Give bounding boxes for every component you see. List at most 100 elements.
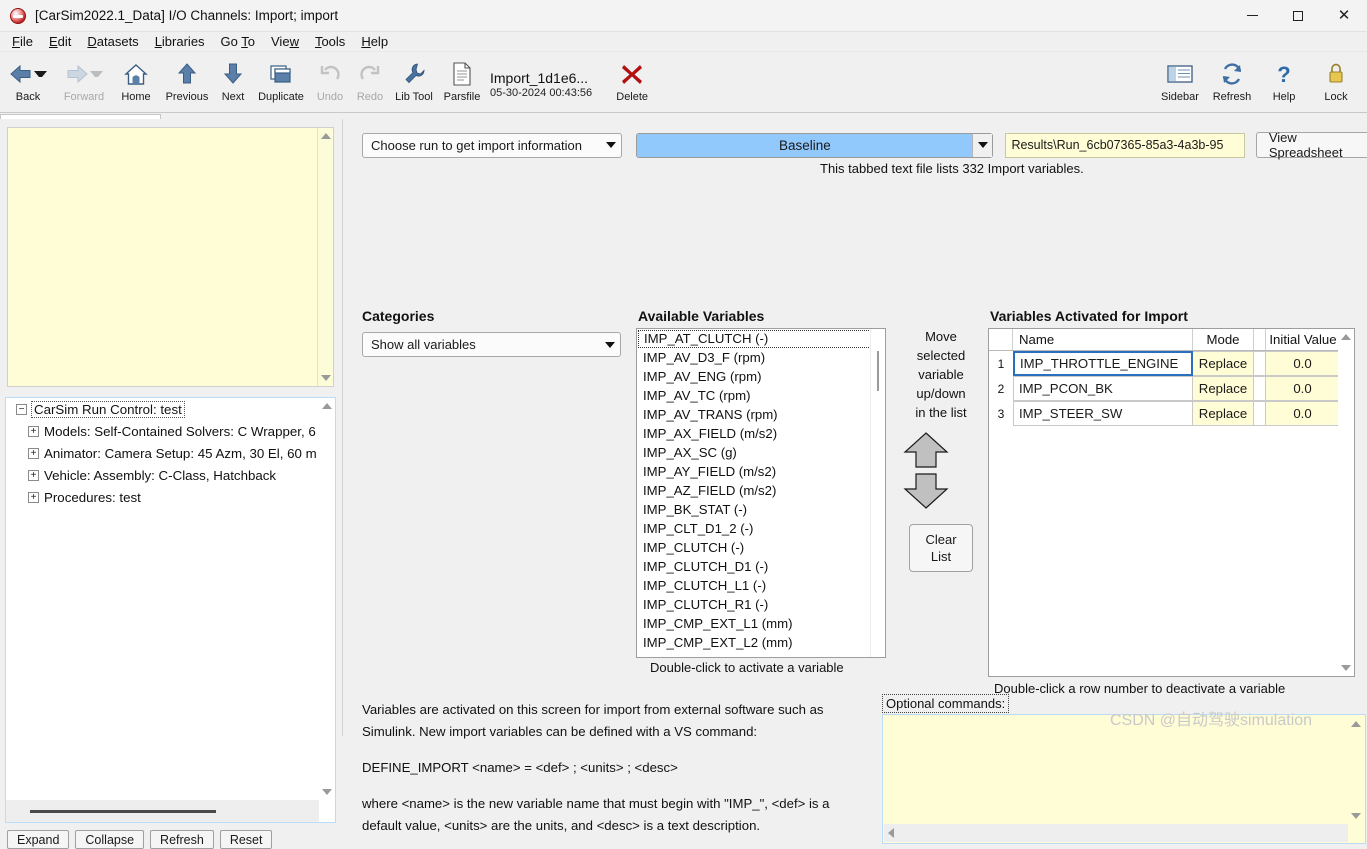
chevron-down-icon[interactable] (90, 71, 103, 77)
tree-node-animator[interactable]: + Animator: Camera Setup: 45 Azm, 30 El,… (6, 442, 319, 464)
list-item[interactable]: IMP_AT_CLUTCH (-) (638, 330, 883, 348)
close-button[interactable]: ✕ (1321, 0, 1367, 32)
list-item[interactable]: IMP_AY_FIELD (m/s2) (637, 462, 885, 481)
move-up-arrow-icon[interactable] (902, 431, 980, 469)
list-item[interactable]: IMP_CLUTCH_D1 (-) (637, 557, 885, 576)
lock-button[interactable]: Lock (1310, 55, 1362, 110)
list-item[interactable]: IMP_AV_ENG (rpm) (637, 367, 885, 386)
expand-icon[interactable]: + (28, 469, 39, 481)
scroll-up-icon[interactable] (1348, 716, 1364, 732)
optional-commands-field[interactable] (882, 714, 1366, 844)
clear-list-button[interactable]: Clear List (909, 524, 973, 572)
help-button[interactable]: ? Help (1258, 55, 1310, 110)
previous-button[interactable]: Previous (160, 55, 214, 110)
mode-cell[interactable]: Replace (1193, 376, 1254, 401)
list-item[interactable]: IMP_CLUTCH_R1 (-) (637, 595, 885, 614)
optional-commands-hscrollbar[interactable] (884, 824, 1348, 842)
chevron-down-icon[interactable] (600, 341, 620, 348)
row-number[interactable]: 3 (989, 401, 1013, 426)
delete-button[interactable]: Delete (610, 55, 654, 110)
lib-tool-button[interactable]: Lib Tool (390, 55, 438, 110)
tree-horizontal-scrollbar[interactable] (6, 800, 319, 822)
list-item[interactable]: IMP_BK_STAT (-) (637, 500, 885, 519)
baseline-dropdown[interactable]: Baseline (636, 132, 994, 158)
redo-button[interactable]: Redo (350, 55, 390, 110)
mode-cell[interactable]: Replace (1193, 351, 1254, 376)
choose-run-dropdown[interactable]: Choose run to get import information (362, 132, 623, 158)
parsfile-button[interactable]: Parsfile (438, 55, 486, 110)
available-scrollbar[interactable] (870, 329, 885, 657)
expand-icon[interactable]: + (28, 491, 39, 503)
chevron-down-icon[interactable] (601, 142, 621, 148)
notes-field[interactable] (7, 127, 334, 387)
list-item[interactable]: IMP_CMP_EXT_L1 (mm) (637, 614, 885, 633)
categories-dropdown[interactable]: Show all variables (362, 332, 621, 357)
reset-button[interactable]: Reset (219, 830, 273, 849)
initial-value-cell[interactable]: 0.0 (1266, 401, 1340, 426)
sidebar-button[interactable]: Sidebar (1154, 55, 1206, 110)
tree-node-root[interactable]: − CarSim Run Control: test (6, 398, 319, 420)
variable-name-cell[interactable]: IMP_THROTTLE_ENGINE (1013, 351, 1193, 376)
next-button[interactable]: Next (214, 55, 252, 110)
menu-edit[interactable]: Edit (41, 33, 79, 50)
scroll-up-icon[interactable] (319, 398, 335, 414)
maximize-button[interactable] (1275, 0, 1321, 32)
chevron-down-icon[interactable] (34, 71, 47, 77)
expand-button[interactable]: Expand (7, 830, 70, 849)
list-item[interactable]: IMP_AV_D3_F (rpm) (637, 348, 885, 367)
forward-button[interactable]: Forward (56, 55, 112, 110)
view-spreadsheet-button[interactable]: View Spreadsheet (1255, 130, 1367, 160)
activated-table-scrollbar[interactable] (1338, 329, 1354, 676)
scroll-up-icon[interactable] (1338, 329, 1354, 345)
activated-variables-table[interactable]: Name Mode Initial Value 1 IMP_THROTTLE_E… (988, 328, 1355, 677)
optional-commands-text[interactable] (885, 717, 1348, 824)
tree-vertical-scrollbar[interactable] (319, 398, 335, 800)
list-item[interactable]: IMP_AZ_FIELD (m/s2) (637, 481, 885, 500)
menu-libraries[interactable]: Libraries (147, 33, 213, 50)
list-item[interactable]: IMP_CLT_D1_2 (-) (637, 519, 885, 538)
scroll-down-icon[interactable] (318, 370, 334, 386)
optional-commands-vscrollbar[interactable] (1348, 716, 1364, 824)
row-number[interactable]: 1 (989, 351, 1013, 376)
list-item[interactable]: IMP_AX_SC (g) (637, 443, 885, 462)
row-number[interactable]: 2 (989, 376, 1013, 401)
menu-goto[interactable]: Go To (213, 33, 263, 50)
scroll-left-icon[interactable] (888, 828, 894, 838)
menu-tools[interactable]: Tools (307, 33, 353, 50)
table-row[interactable]: 2 IMP_PCON_BK Replace 0.0 (989, 376, 1354, 401)
back-button[interactable]: Back (0, 55, 56, 110)
menu-datasets[interactable]: Datasets (79, 33, 146, 50)
move-down-arrow-icon[interactable] (902, 472, 980, 510)
scroll-down-icon[interactable] (319, 784, 335, 800)
list-item[interactable]: IMP_AV_TC (rpm) (637, 386, 885, 405)
scroll-up-icon[interactable] (318, 128, 334, 144)
menu-file[interactable]: File (4, 33, 41, 50)
collapse-button[interactable]: Collapse (75, 830, 145, 849)
scroll-thumb[interactable] (877, 351, 879, 391)
expand-icon[interactable]: + (28, 425, 39, 437)
results-path-field[interactable]: Results\Run_6cb07365-85a3-4a3b-95 (1005, 132, 1245, 158)
menu-help[interactable]: Help (353, 33, 396, 50)
scroll-down-icon[interactable] (1338, 660, 1354, 676)
refresh-button[interactable]: Refresh (1206, 55, 1258, 110)
notes-scrollbar[interactable] (317, 128, 333, 386)
initial-value-cell[interactable]: 0.0 (1266, 351, 1340, 376)
list-item[interactable]: IMP_AV_TRANS (rpm) (637, 405, 885, 424)
mode-cell[interactable]: Replace (1193, 401, 1254, 426)
list-item[interactable]: IMP_CLUTCH_L1 (-) (637, 576, 885, 595)
menu-view[interactable]: View (263, 33, 307, 50)
tree-node-vehicle[interactable]: + Vehicle: Assembly: C-Class, Hatchback (6, 464, 319, 486)
collapse-icon[interactable]: − (16, 403, 27, 415)
minimize-button[interactable] (1229, 0, 1275, 32)
available-variables-list[interactable]: IMP_AT_CLUTCH (-) IMP_AV_D3_F (rpm) IMP_… (636, 328, 886, 658)
expand-icon[interactable]: + (28, 447, 39, 459)
chevron-down-icon[interactable] (972, 133, 993, 157)
variable-name-cell[interactable]: IMP_PCON_BK (1013, 376, 1193, 401)
scroll-thumb[interactable] (30, 809, 216, 813)
list-item[interactable]: IMP_CMP_EXT_L2 (mm) (637, 633, 885, 652)
list-item[interactable]: IMP_AX_FIELD (m/s2) (637, 424, 885, 443)
table-row[interactable]: 3 IMP_STEER_SW Replace 0.0 (989, 401, 1354, 426)
initial-value-cell[interactable]: 0.0 (1266, 376, 1340, 401)
duplicate-button[interactable]: Duplicate (252, 55, 310, 110)
home-button[interactable]: Home (112, 55, 160, 110)
